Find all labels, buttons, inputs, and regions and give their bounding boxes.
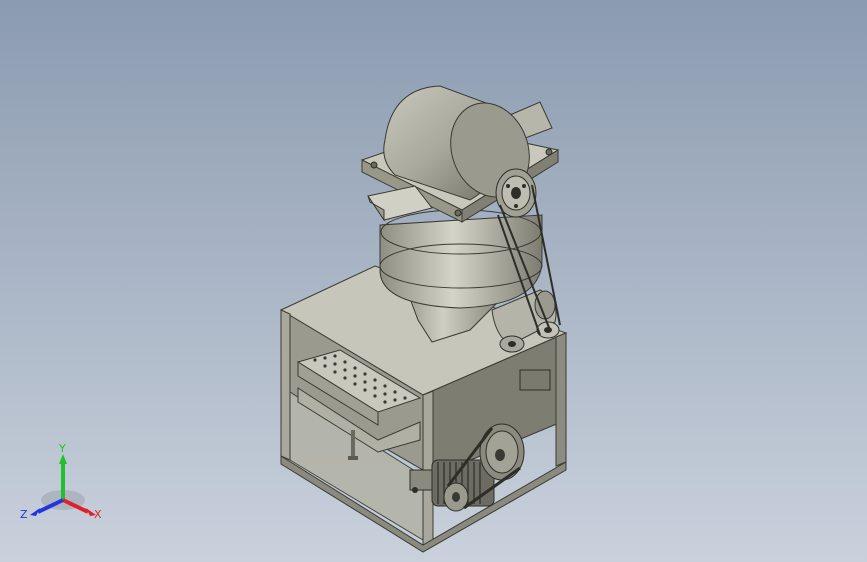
3d-viewport[interactable]: Y X Z bbox=[0, 0, 867, 562]
top-motor-assembly bbox=[360, 85, 560, 223]
y-axis-label: Y bbox=[58, 442, 66, 455]
z-axis-label: Z bbox=[20, 508, 28, 521]
orientation-triad: Y X Z bbox=[20, 442, 102, 521]
x-axis-label: X bbox=[94, 508, 102, 521]
y-axis-arrow-icon bbox=[59, 454, 67, 464]
machine-model[interactable] bbox=[0, 0, 867, 562]
